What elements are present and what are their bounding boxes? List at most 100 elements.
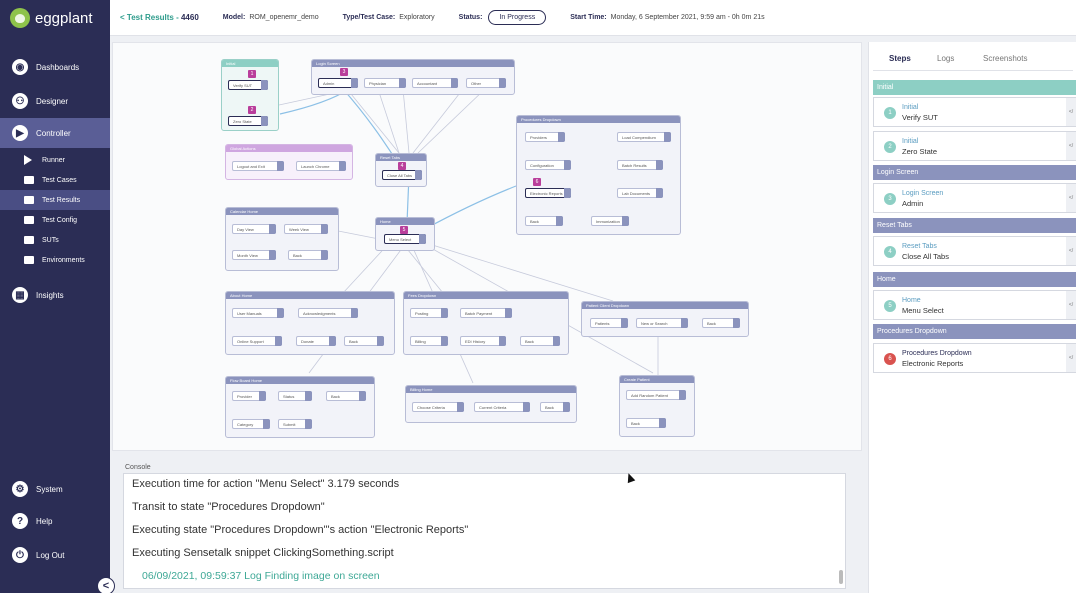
action-node[interactable]: Lab Documents	[617, 188, 663, 198]
nav-suts[interactable]: SUTs	[0, 230, 110, 250]
step-state: Home	[902, 297, 921, 304]
action-node[interactable]: Electronic Reports	[525, 188, 571, 198]
step-item[interactable]: 6 Procedures Dropdown Electronic Reports…	[873, 343, 1076, 373]
action-node[interactable]: Acknowledgments	[298, 308, 358, 318]
step-state: Procedures Dropdown	[902, 350, 972, 357]
action-node[interactable]: Provider	[232, 391, 266, 401]
code-icon[interactable]: </	[1066, 98, 1076, 126]
state-home[interactable]: Home 5 Menu Select	[375, 217, 435, 251]
logo[interactable]: eggplant	[0, 0, 110, 36]
tab-logs[interactable]: Logs	[937, 54, 954, 63]
action-node[interactable]: Back	[344, 336, 384, 346]
model-flow-canvas[interactable]: Initial 1 Verify SUT 2 Zero State Login …	[112, 42, 862, 451]
action-node[interactable]: Back	[288, 250, 328, 260]
nav-test-cases[interactable]: Test Cases	[0, 170, 110, 190]
action-node[interactable]: Batch Payment	[460, 308, 512, 318]
action-node[interactable]: Close All Tabs	[382, 170, 422, 180]
state-procedures-dropdown[interactable]: Procedures Dropdown Providers Load Compe…	[516, 115, 681, 235]
code-icon[interactable]: </	[1066, 132, 1076, 160]
nav-runner[interactable]: Runner	[0, 150, 110, 170]
action-node[interactable]: Status	[278, 391, 312, 401]
state-fees-dropdown[interactable]: Fees Dropdown Posting Batch Payment Bill…	[403, 291, 569, 355]
nav-environments[interactable]: Environments	[0, 250, 110, 270]
action-node[interactable]: Verify SUT	[228, 80, 268, 90]
state-calendar-home[interactable]: Calendar Home Day View Week View Month V…	[225, 207, 339, 271]
action-node[interactable]: Accountant	[412, 78, 458, 88]
action-node[interactable]: Immunization	[591, 216, 629, 226]
action-node[interactable]: Other	[466, 78, 506, 88]
console-output[interactable]: Execution time for action "Menu Select" …	[123, 473, 846, 589]
step-item[interactable]: 4 Reset Tabs Close All Tabs </	[873, 236, 1076, 266]
system-icon: ⚙	[12, 481, 28, 497]
action-node[interactable]: Back	[326, 391, 366, 401]
action-node[interactable]: Billing	[410, 336, 448, 346]
code-icon[interactable]: </	[1066, 237, 1076, 265]
action-node[interactable]: Category	[232, 419, 270, 429]
state-initial[interactable]: Initial 1 Verify SUT 2 Zero State	[221, 59, 279, 131]
action-node[interactable]: Current Criteria	[474, 402, 530, 412]
action-node[interactable]: Launch Chrome	[296, 161, 346, 171]
state-flow-board-home[interactable]: Flow Board Home Provider Status Back Cat…	[225, 376, 375, 438]
nav-test-results[interactable]: Test Results	[0, 190, 110, 210]
action-node[interactable]: Patients	[590, 318, 628, 328]
state-reset-tabs[interactable]: Reset Tabs 4 Close All Tabs	[375, 153, 427, 187]
console-scrollbar[interactable]	[839, 570, 843, 584]
nav-system[interactable]: ⚙ System	[0, 474, 110, 504]
state-title: Procedures Dropdown	[517, 116, 680, 123]
step-item[interactable]: 5 Home Menu Select </	[873, 290, 1076, 320]
action-node[interactable]: Choose Criteria	[412, 402, 464, 412]
code-icon[interactable]: </	[1066, 344, 1076, 372]
action-node[interactable]: User Manuals	[232, 308, 284, 318]
state-patient-client-dropdown[interactable]: Patient Client Dropdown Patients New or …	[581, 301, 749, 337]
nav-test-config[interactable]: Test Config	[0, 210, 110, 230]
tab-screenshots[interactable]: Screenshots	[983, 54, 1027, 63]
action-node[interactable]: Submit	[278, 419, 312, 429]
action-node[interactable]: Back	[520, 336, 560, 346]
action-node[interactable]: Configuration	[525, 160, 571, 170]
step-item[interactable]: 3 Login Screen Admin </	[873, 183, 1076, 213]
logout-icon: ⏻	[12, 547, 28, 563]
state-create-patient[interactable]: Create Patient Add Random Patient Back	[619, 375, 695, 437]
action-node[interactable]: Batch Results	[617, 160, 663, 170]
nav-help[interactable]: ? Help	[0, 506, 110, 536]
action-node[interactable]: Add Random Patient	[626, 390, 686, 400]
action-node[interactable]: Donate	[296, 336, 336, 346]
action-node[interactable]: Back	[540, 402, 570, 412]
action-node[interactable]: EDI History	[460, 336, 506, 346]
action-node[interactable]: Week View	[284, 224, 328, 234]
action-node[interactable]: Zero State	[228, 116, 268, 126]
action-node[interactable]: Load Compendium	[617, 132, 671, 142]
nav-logout[interactable]: ⏻ Log Out	[0, 540, 110, 570]
action-node[interactable]: Online Support	[232, 336, 282, 346]
code-icon[interactable]: </	[1066, 291, 1076, 319]
action-node[interactable]: Providers	[525, 132, 565, 142]
nav-designer[interactable]: ⚇ Designer	[0, 86, 110, 116]
tab-steps[interactable]: Steps	[889, 54, 911, 63]
action-node[interactable]: Back	[525, 216, 563, 226]
action-node[interactable]: Day View	[232, 224, 276, 234]
step-item[interactable]: 2 Initial Zero State </	[873, 131, 1076, 161]
state-login-screen[interactable]: Login Screen 3 Admin Physician Accountan…	[311, 59, 515, 95]
code-icon[interactable]: </	[1066, 184, 1076, 212]
nav-insights[interactable]: ▦ Insights	[0, 280, 110, 310]
state-global-actions[interactable]: Global Actions Logout and Exit Launch Ch…	[225, 144, 353, 180]
action-node[interactable]: Posting	[410, 308, 448, 318]
nav-controller[interactable]: ▶ Controller	[0, 118, 110, 148]
step-group-reset-tabs: Reset Tabs	[873, 218, 1076, 233]
back-to-test-results-link[interactable]: < Test Results - 4460	[120, 13, 199, 22]
nav-dashboards[interactable]: ◉ Dashboards	[0, 52, 110, 82]
action-node[interactable]: Back	[626, 418, 666, 428]
state-title: Global Actions	[226, 145, 352, 152]
step-item[interactable]: 1 Initial Verify SUT </	[873, 97, 1076, 127]
action-node[interactable]: Menu Select	[384, 234, 426, 244]
state-about-home[interactable]: About Home User Manuals Acknowledgments …	[225, 291, 395, 355]
action-node[interactable]: Back	[702, 318, 740, 328]
collapse-sidebar-button[interactable]: <	[97, 577, 115, 593]
action-node[interactable]: Admin	[318, 78, 358, 88]
action-node[interactable]: Logout and Exit	[232, 161, 284, 171]
step-number-badge: 5	[400, 226, 408, 234]
state-billing-home[interactable]: Billing Home Choose Criteria Current Cri…	[405, 385, 577, 423]
action-node[interactable]: Month View	[232, 250, 276, 260]
action-node[interactable]: New or Search	[636, 318, 688, 328]
action-node[interactable]: Physician	[364, 78, 406, 88]
